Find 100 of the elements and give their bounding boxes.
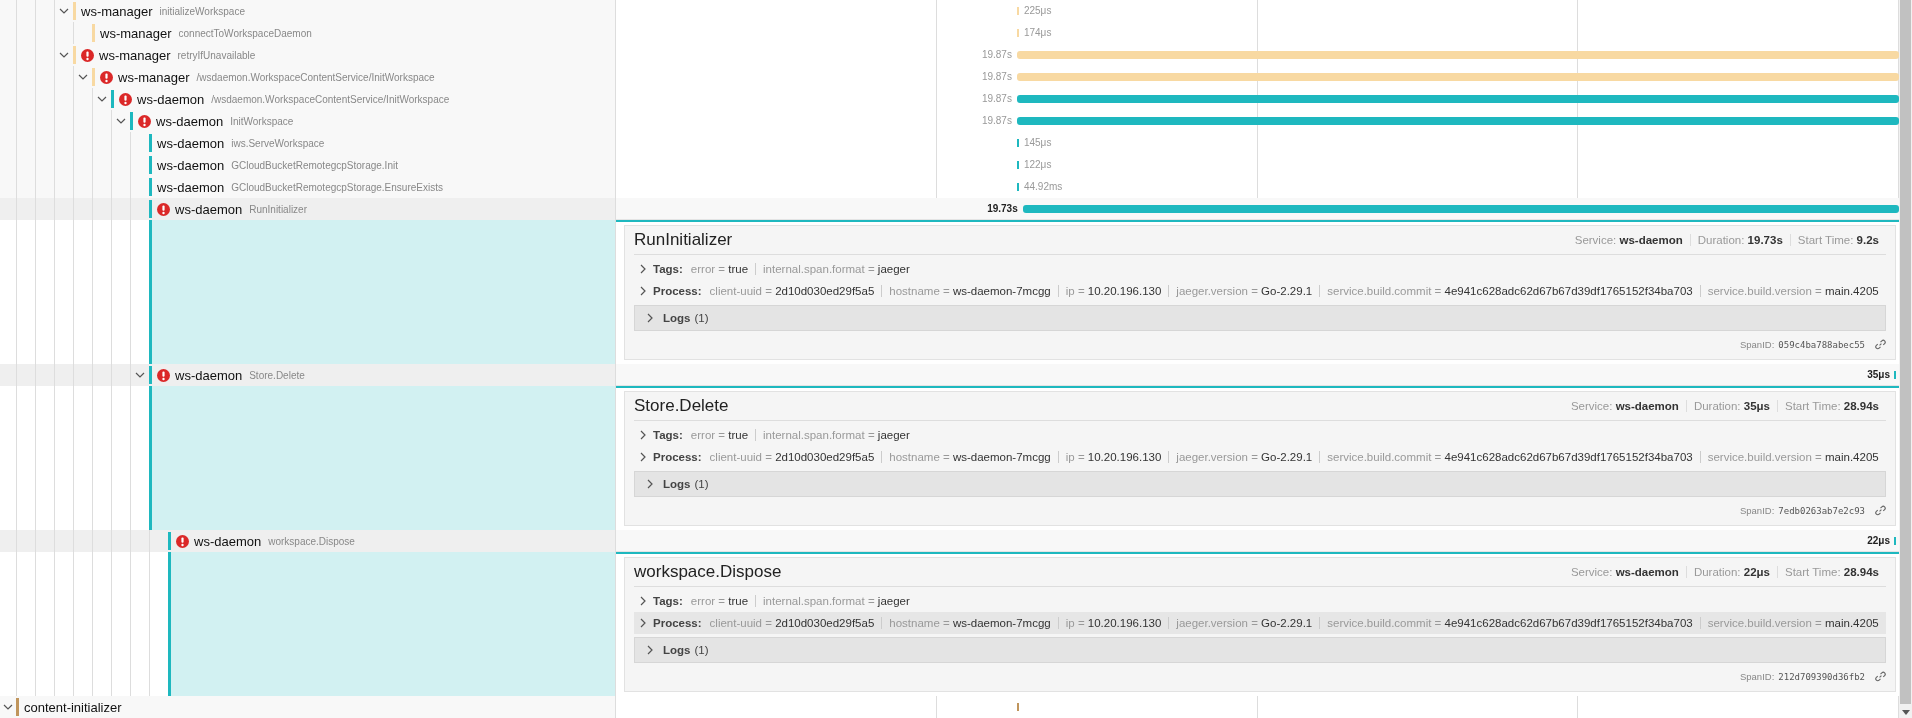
tags-row[interactable]: Tags: error = true internal.span.format = jaeger	[634, 258, 1886, 280]
operation-name: initializeWorkspace	[159, 5, 245, 17]
operation-name: Store.Delete	[249, 369, 305, 381]
chevron-down-icon[interactable]	[97, 94, 107, 104]
section-label: Tags:	[653, 595, 683, 607]
service-name[interactable]: ws-daemon	[194, 533, 262, 549]
span-id: 059c4ba788abec55	[1778, 339, 1865, 350]
chevron-right-icon[interactable]	[638, 286, 648, 296]
service-name[interactable]: ws-daemon	[175, 367, 243, 383]
span-id-label: SpanID:	[1739, 671, 1775, 682]
span-title: Store.Delete	[634, 396, 729, 416]
scrollbar-thumb[interactable]	[1900, 0, 1911, 704]
tags-row[interactable]: Tags: error = true internal.span.format = jaeger	[634, 590, 1886, 612]
operation-name: RunInitializer	[249, 203, 307, 215]
span-meta-item: Service: ws-daemon	[1573, 234, 1684, 246]
key-value-item: client-uuid = 2d10d030ed29f5a5	[709, 451, 876, 463]
span-id: 7edb0263ab7e2c93	[1778, 505, 1865, 516]
operation-name: /wsdaemon.WorkspaceContentService/InitWorkspace	[196, 71, 435, 83]
span-meta-item: Start Time: 28.94s	[1777, 400, 1886, 412]
scroll-down-icon[interactable]	[1901, 708, 1910, 716]
link-icon[interactable]	[1875, 505, 1886, 516]
operation-name: /wsdaemon.WorkspaceContentService/InitWorkspace	[211, 93, 450, 105]
logs-toggle[interactable]: Logs (1)	[634, 637, 1886, 663]
service-name[interactable]: content-initializer	[24, 699, 122, 715]
key-value-item: hostname = ws-daemon-7mcgg	[881, 451, 1058, 463]
duration-label: 19.87s	[981, 49, 1012, 60]
link-icon[interactable]	[1875, 671, 1886, 682]
key-value-item: service.build.commit = 4e941c628adc62d67b67d39df1765152f34ba703	[1319, 285, 1700, 297]
service-name[interactable]: ws-daemon	[157, 135, 225, 151]
logs-toggle[interactable]: Logs (1)	[634, 305, 1886, 331]
key-value-item: service.build.commit = 4e941c628adc62d67b67d39df1765152f34ba703	[1319, 451, 1700, 463]
duration-label: 19.73s	[987, 203, 1018, 214]
duration-label: 22μs	[1867, 535, 1890, 546]
process-row[interactable]	[634, 612, 1886, 634]
duration-label: 174μs	[1023, 27, 1052, 38]
key-value-item: hostname = ws-daemon-7mcgg	[881, 285, 1058, 297]
span-id-label: SpanID:	[1739, 505, 1775, 516]
operation-name: retryIfUnavailable	[177, 49, 256, 61]
span-meta-item: Duration: 19.73s	[1689, 234, 1790, 246]
duration-label: 19.87s	[981, 93, 1012, 104]
operation-name: iws.ServeWorkspace	[231, 137, 325, 149]
operation-name: GCloudBucketRemotegcpStorage.EnsureExists	[231, 181, 443, 193]
duration-label: 145μs	[1023, 137, 1052, 148]
span-id: 212d709390d36fb2	[1778, 671, 1865, 682]
span-meta-item: Service: ws-daemon	[1569, 566, 1680, 578]
chevron-right-icon[interactable]	[645, 479, 655, 489]
chevron-down-icon[interactable]	[78, 72, 88, 82]
chevron-right-icon[interactable]	[645, 313, 655, 323]
key-value-item: jaeger.version = Go-2.29.1	[1168, 451, 1320, 463]
service-name[interactable]: ws-daemon	[137, 91, 205, 107]
key-value-item: internal.span.format = jaeger	[755, 595, 917, 607]
key-value-item: hostname = ws-daemon-7mcgg	[881, 617, 1058, 629]
service-name[interactable]: ws-manager	[99, 47, 171, 63]
logs-toggle[interactable]: Logs (1)	[634, 471, 1886, 497]
service-name[interactable]: ws-manager	[81, 3, 153, 19]
service-name[interactable]: ws-manager	[100, 25, 172, 41]
chevron-right-icon[interactable]	[645, 645, 655, 655]
key-value-item: jaeger.version = Go-2.29.1	[1168, 617, 1320, 629]
key-value-item: error = true	[690, 429, 750, 441]
key-value-item: client-uuid = 2d10d030ed29f5a5	[709, 617, 876, 629]
service-name[interactable]: ws-manager	[118, 69, 190, 85]
chevron-down-icon[interactable]	[3, 702, 13, 712]
service-name[interactable]: ws-daemon	[157, 179, 225, 195]
span-meta-item: Start Time: 28.94s	[1777, 566, 1886, 578]
span-meta-item: Duration: 35μs	[1685, 400, 1777, 412]
section-label: Tags:	[653, 429, 683, 441]
scrollbar[interactable]	[1899, 0, 1912, 718]
service-name[interactable]: ws-daemon	[175, 201, 243, 217]
span-id-label: SpanID:	[1739, 339, 1775, 350]
chevron-down-icon[interactable]	[135, 370, 145, 380]
section-label: Process:	[653, 285, 702, 297]
chevron-down-icon[interactable]	[59, 50, 69, 60]
key-value-item: client-uuid = 2d10d030ed29f5a5	[709, 285, 876, 297]
tags-row[interactable]: Tags: error = true internal.span.format = jaeger	[634, 424, 1886, 446]
key-value-item: internal.span.format = jaeger	[755, 429, 917, 441]
span-title: RunInitializer	[634, 230, 733, 250]
service-name[interactable]: ws-daemon	[156, 113, 224, 129]
chevron-right-icon[interactable]	[638, 596, 648, 606]
operation-name: connectToWorkspaceDaemon	[178, 27, 312, 39]
key-value-item: service.build.commit = 4e941c628adc62d67b67d39df1765152f34ba703	[1319, 617, 1700, 629]
duration-label: 44.92ms	[1023, 181, 1063, 192]
key-value-item: error = true	[690, 595, 750, 607]
service-name[interactable]: ws-daemon	[157, 157, 225, 173]
span-tick[interactable]	[1016, 703, 1019, 711]
link-icon[interactable]	[1875, 339, 1886, 350]
duration-label: 35μs	[1867, 369, 1890, 380]
operation-name: InitWorkspace	[230, 115, 294, 127]
chevron-right-icon[interactable]	[638, 618, 648, 628]
operation-name: GCloudBucketRemotegcpStorage.Init	[231, 159, 398, 171]
section-label: Process:	[653, 451, 702, 463]
key-value-item: ip = 10.20.196.130	[1057, 617, 1169, 629]
chevron-down-icon[interactable]	[116, 116, 126, 126]
chevron-right-icon[interactable]	[638, 430, 648, 440]
chevron-right-icon[interactable]	[638, 264, 648, 274]
chevron-right-icon[interactable]	[638, 452, 648, 462]
key-value-item: jaeger.version = Go-2.29.1	[1168, 285, 1320, 297]
key-value-item: error = true	[690, 263, 750, 275]
section-label: Process:	[653, 617, 702, 629]
span-meta-item: Service: ws-daemon	[1569, 400, 1680, 412]
chevron-down-icon[interactable]	[59, 6, 69, 16]
